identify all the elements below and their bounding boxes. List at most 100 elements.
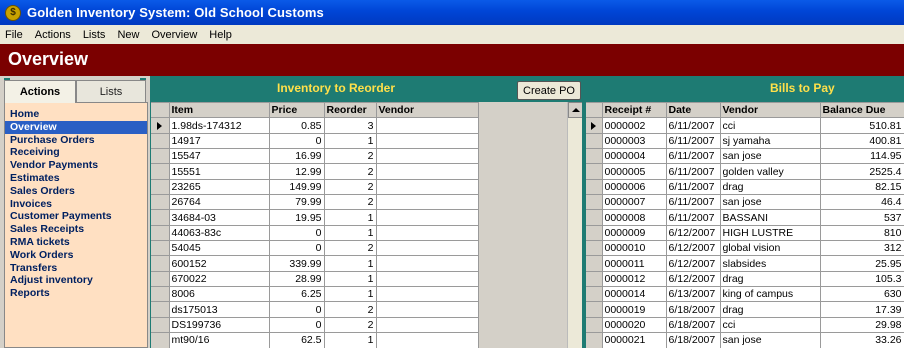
cell-balance-due[interactable]: 537 [820,209,904,226]
cell-vendor[interactable] [376,332,479,348]
cell-date[interactable]: 6/12/2007 [666,255,721,272]
table-row[interactable]: 0000006 6/11/2007 drag 82.15 [586,179,904,196]
cell-receipt[interactable]: 0000011 [602,255,667,272]
row-selector[interactable] [151,225,170,242]
cell-item[interactable]: 600152 [169,255,270,272]
row-selector[interactable] [586,209,603,226]
cell-item[interactable]: DS199736 [169,317,270,334]
cell-reorder[interactable]: 2 [324,163,377,180]
cell-balance-due[interactable]: 630 [820,286,904,303]
cell-price[interactable]: 16.99 [269,148,325,165]
cell-item[interactable]: 23265 [169,179,270,196]
menu-new[interactable]: New [111,29,145,41]
cell-receipt[interactable]: 0000007 [602,194,667,211]
cell-balance-due[interactable]: 312 [820,240,904,257]
table-row[interactable]: 0000021 6/18/2007 san jose 33.26 [586,332,904,348]
cell-vendor[interactable] [376,225,479,242]
action-item-reports[interactable]: Reports [5,287,147,300]
table-row[interactable]: mt90/16 62.5 1 [151,332,479,348]
cell-vendor[interactable]: global vision [720,240,821,257]
action-item-sales-receipts[interactable]: Sales Receipts [5,223,147,236]
cell-reorder[interactable]: 2 [324,194,377,211]
cell-receipt[interactable]: 0000010 [602,240,667,257]
cell-vendor[interactable]: san jose [720,332,821,348]
cell-item[interactable]: 34684-03 [169,209,270,226]
cell-reorder[interactable]: 2 [324,301,377,318]
cell-receipt[interactable]: 0000019 [602,301,667,318]
table-row[interactable]: 600152 339.99 1 [151,255,479,272]
cell-vendor[interactable] [376,317,479,334]
cell-date[interactable]: 6/18/2007 [666,317,721,334]
action-item-work-orders[interactable]: Work Orders [5,249,147,262]
table-row[interactable]: 0000002 6/11/2007 cci 510.81 [586,117,904,134]
column-header-date[interactable]: Date [666,102,721,119]
cell-reorder[interactable]: 1 [324,332,377,348]
table-row[interactable]: 44063-83c 0 1 [151,225,479,242]
cell-balance-due[interactable]: 105.3 [820,271,904,288]
row-selector[interactable] [151,194,170,211]
cell-receipt[interactable]: 0000006 [602,179,667,196]
cell-receipt[interactable]: 0000020 [602,317,667,334]
cell-price[interactable]: 0 [269,133,325,150]
cell-price[interactable]: 62.5 [269,332,325,348]
cell-price[interactable]: 339.99 [269,255,325,272]
cell-receipt[interactable]: 0000002 [602,117,667,134]
cell-balance-due[interactable]: 17.39 [820,301,904,318]
cell-reorder[interactable]: 1 [324,286,377,303]
cell-date[interactable]: 6/13/2007 [666,286,721,303]
scroll-up-button[interactable] [568,102,583,118]
cell-vendor[interactable]: cci [720,117,821,134]
cell-vendor[interactable]: drag [720,179,821,196]
column-header-item[interactable]: Item [169,102,270,119]
cell-vendor[interactable]: HIGH LUSTRE [720,225,821,242]
table-row[interactable]: 0000011 6/12/2007 slabsides 25.95 [586,255,904,272]
cell-vendor[interactable] [376,194,479,211]
table-row[interactable]: 23265 149.99 2 [151,179,479,196]
table-row[interactable]: 15547 16.99 2 [151,148,479,165]
cell-price[interactable]: 149.99 [269,179,325,196]
row-selector[interactable] [586,179,603,196]
action-item-transfers[interactable]: Transfers [5,262,147,275]
cell-reorder[interactable]: 2 [324,148,377,165]
menu-lists[interactable]: Lists [77,29,112,41]
table-row[interactable]: 1.98ds-174312 0.85 3 [151,117,479,134]
cell-date[interactable]: 6/18/2007 [666,332,721,348]
cell-receipt[interactable]: 0000008 [602,209,667,226]
cell-vendor[interactable]: sj yamaha [720,133,821,150]
column-header-balance-due[interactable]: Balance Due [820,102,904,119]
cell-reorder[interactable]: 1 [324,225,377,242]
cell-item[interactable]: 8006 [169,286,270,303]
table-row[interactable]: 670022 28.99 1 [151,271,479,288]
cell-date[interactable]: 6/11/2007 [666,163,721,180]
cell-date[interactable]: 6/11/2007 [666,117,721,134]
cell-date[interactable]: 6/11/2007 [666,179,721,196]
row-selector[interactable] [586,225,603,242]
cell-date[interactable]: 6/12/2007 [666,271,721,288]
row-selector[interactable] [586,163,603,180]
cell-balance-due[interactable]: 810 [820,225,904,242]
row-selector[interactable] [151,163,170,180]
cell-price[interactable]: 12.99 [269,163,325,180]
row-selector[interactable] [586,148,603,165]
cell-vendor[interactable]: drag [720,271,821,288]
table-row[interactable]: 0000007 6/11/2007 san jose 46.4 [586,194,904,211]
cell-receipt[interactable]: 0000021 [602,332,667,348]
cell-date[interactable]: 6/12/2007 [666,225,721,242]
action-item-sales-orders[interactable]: Sales Orders [5,185,147,198]
action-item-invoices[interactable]: Invoices [5,198,147,211]
row-selector[interactable] [151,317,170,334]
cell-price[interactable]: 28.99 [269,271,325,288]
cell-item[interactable]: 54045 [169,240,270,257]
cell-price[interactable]: 19.95 [269,209,325,226]
cell-balance-due[interactable]: 46.4 [820,194,904,211]
cell-vendor[interactable]: san jose [720,148,821,165]
row-selector[interactable] [151,117,170,134]
cell-vendor[interactable]: golden valley [720,163,821,180]
cell-price[interactable]: 0.85 [269,117,325,134]
row-selector[interactable] [586,301,603,318]
cell-item[interactable]: 670022 [169,271,270,288]
cell-date[interactable]: 6/11/2007 [666,194,721,211]
cell-balance-due[interactable]: 33.26 [820,332,904,348]
table-row[interactable]: 14917 0 1 [151,133,479,150]
row-selector[interactable] [151,148,170,165]
